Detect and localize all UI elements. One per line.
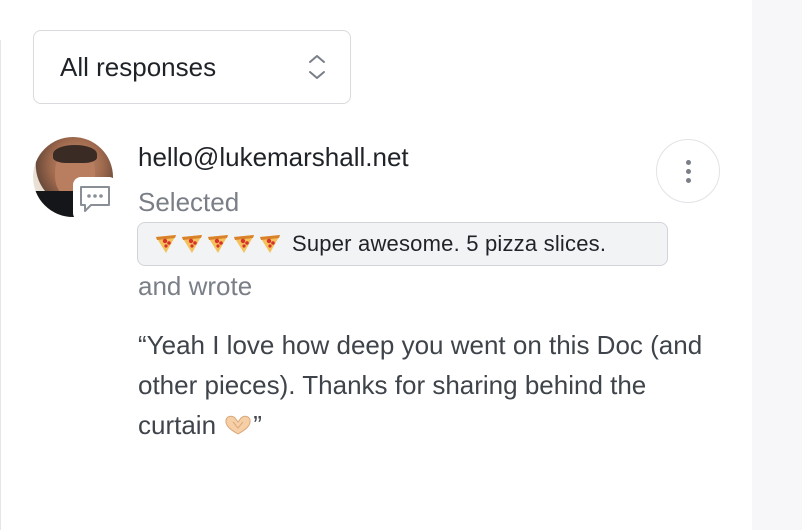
response-quote: “Yeah I love how deep you went on this D… xyxy=(138,325,728,447)
kebab-dot xyxy=(685,177,691,183)
kebab-menu-icon xyxy=(685,159,691,165)
filter-selected-label: All responses xyxy=(60,51,217,82)
chevron-up-down-icon xyxy=(308,54,326,80)
response-menu-button[interactable] xyxy=(656,139,720,203)
wrote-label: and wrote xyxy=(138,271,253,301)
pizza-slice-icon xyxy=(234,235,254,253)
rating-pill: Super awesome. 5 pizza slices. xyxy=(137,222,668,266)
kebab-dot xyxy=(685,168,691,174)
pizza-slice-icon xyxy=(156,235,176,253)
heart-hands-icon xyxy=(223,407,253,447)
pizza-slice-icon xyxy=(208,235,228,253)
selected-label: Selected xyxy=(138,187,240,217)
pizza-slice-icon xyxy=(182,235,202,253)
left-divider xyxy=(0,40,1,530)
rating-label: Super awesome. 5 pizza slices. xyxy=(292,231,607,256)
quote-close: ” xyxy=(253,410,262,440)
respondent-email: hello@lukemarshall.net xyxy=(138,142,409,172)
pizza-rating xyxy=(154,233,282,255)
responses-filter-select[interactable]: All responses xyxy=(33,30,351,104)
comment-icon xyxy=(73,177,117,221)
pizza-slice-icon xyxy=(260,235,280,253)
right-gutter xyxy=(752,0,802,530)
avatar-hair xyxy=(53,145,97,163)
